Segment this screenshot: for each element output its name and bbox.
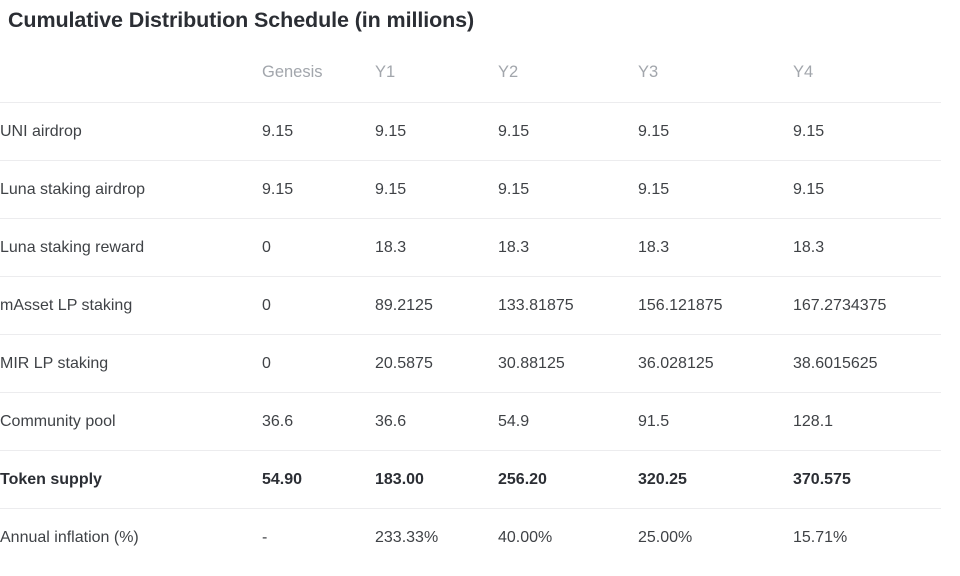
- distribution-table-container: Genesis Y1 Y2 Y3 Y4 UNI airdrop 9.15 9.1…: [0, 63, 941, 566]
- cell-annual-inflation-genesis: -: [262, 508, 375, 566]
- cell-annual-inflation-y1: 233.33%: [375, 508, 498, 566]
- cell-luna-staking-reward-y1: 18.3: [375, 218, 498, 277]
- column-header-y4: Y4: [793, 63, 814, 81]
- row-label-community-pool: Community pool: [0, 392, 262, 451]
- cell-token-supply-y2: 256.20: [498, 450, 638, 509]
- table-head: Genesis Y1 Y2 Y3 Y4: [0, 63, 941, 103]
- table-row: Luna staking airdrop 9.15 9.15 9.15 9.15…: [0, 160, 941, 219]
- cell-mir-lp-staking-genesis: 0: [262, 334, 375, 393]
- cell-uni-airdrop-genesis: 9.15: [262, 102, 375, 161]
- row-label-uni-airdrop: UNI airdrop: [0, 102, 262, 161]
- cell-luna-staking-airdrop-y4: 9.15: [793, 160, 941, 219]
- cell-luna-staking-airdrop-y2: 9.15: [498, 160, 638, 219]
- cell-token-supply-y3: 320.25: [638, 450, 793, 509]
- cell-token-supply-y1: 183.00: [375, 450, 498, 509]
- table-row: UNI airdrop 9.15 9.15 9.15 9.15 9.15: [0, 102, 941, 161]
- cell-mir-lp-staking-y4: 38.6015625: [793, 334, 941, 393]
- cell-mir-lp-staking-y3: 36.028125: [638, 334, 793, 393]
- row-label-mir-lp-staking: MIR LP staking: [0, 334, 262, 393]
- column-header-y1: Y1: [375, 63, 396, 81]
- table-row-total: Token supply 54.90 183.00 256.20 320.25 …: [0, 450, 941, 509]
- cell-luna-staking-reward-genesis: 0: [262, 218, 375, 277]
- cell-masset-lp-staking-y1: 89.2125: [375, 276, 498, 335]
- table-row: MIR LP staking 0 20.5875 30.88125 36.028…: [0, 334, 941, 393]
- cell-token-supply-genesis: 54.90: [262, 450, 375, 509]
- table-row: mAsset LP staking 0 89.2125 133.81875 15…: [0, 276, 941, 335]
- cell-luna-staking-reward-y2: 18.3: [498, 218, 638, 277]
- cell-community-pool-y2: 54.9: [498, 392, 638, 451]
- row-label-annual-inflation: Annual inflation (%): [0, 508, 262, 566]
- cell-mir-lp-staking-y2: 30.88125: [498, 334, 638, 393]
- cell-luna-staking-airdrop-y3: 9.15: [638, 160, 793, 219]
- cell-token-supply-y4: 370.575: [793, 450, 941, 509]
- column-header-y2: Y2: [498, 63, 519, 81]
- cell-luna-staking-airdrop-genesis: 9.15: [262, 160, 375, 219]
- cell-mir-lp-staking-y1: 20.5875: [375, 334, 498, 393]
- row-label-luna-staking-airdrop: Luna staking airdrop: [0, 160, 262, 219]
- page-title: Cumulative Distribution Schedule (in mil…: [8, 8, 475, 32]
- cell-annual-inflation-y2: 40.00%: [498, 508, 638, 566]
- cell-uni-airdrop-y4: 9.15: [793, 102, 941, 161]
- table-row: Luna staking reward 0 18.3 18.3 18.3 18.…: [0, 218, 941, 277]
- table-header-row: Genesis Y1 Y2 Y3 Y4: [0, 63, 941, 103]
- cell-luna-staking-airdrop-y1: 9.15: [375, 160, 498, 219]
- column-header-y3: Y3: [638, 63, 659, 81]
- cell-masset-lp-staking-y2: 133.81875: [498, 276, 638, 335]
- table-row: Annual inflation (%) - 233.33% 40.00% 25…: [0, 508, 941, 566]
- cell-masset-lp-staking-y4: 167.2734375: [793, 276, 941, 335]
- row-label-luna-staking-reward: Luna staking reward: [0, 218, 262, 277]
- cell-luna-staking-reward-y3: 18.3: [638, 218, 793, 277]
- cell-uni-airdrop-y3: 9.15: [638, 102, 793, 161]
- cell-community-pool-y4: 128.1: [793, 392, 941, 451]
- cell-uni-airdrop-y1: 9.15: [375, 102, 498, 161]
- row-label-masset-lp-staking: mAsset LP staking: [0, 276, 262, 335]
- cell-uni-airdrop-y2: 9.15: [498, 102, 638, 161]
- cell-community-pool-y1: 36.6: [375, 392, 498, 451]
- column-header-genesis: Genesis: [262, 63, 323, 81]
- page-root: Cumulative Distribution Schedule (in mil…: [0, 0, 960, 576]
- cell-community-pool-y3: 91.5: [638, 392, 793, 451]
- row-label-token-supply: Token supply: [0, 450, 262, 509]
- table-row: Community pool 36.6 36.6 54.9 91.5 128.1: [0, 392, 941, 451]
- column-header-rowlabel: [0, 63, 262, 103]
- cell-luna-staking-reward-y4: 18.3: [793, 218, 941, 277]
- table-body: UNI airdrop 9.15 9.15 9.15 9.15 9.15 Lun…: [0, 102, 941, 566]
- cell-annual-inflation-y3: 25.00%: [638, 508, 793, 566]
- distribution-table: Genesis Y1 Y2 Y3 Y4 UNI airdrop 9.15 9.1…: [0, 63, 941, 566]
- cell-annual-inflation-y4: 15.71%: [793, 508, 941, 566]
- cell-community-pool-genesis: 36.6: [262, 392, 375, 451]
- cell-masset-lp-staking-y3: 156.121875: [638, 276, 793, 335]
- cell-masset-lp-staking-genesis: 0: [262, 276, 375, 335]
